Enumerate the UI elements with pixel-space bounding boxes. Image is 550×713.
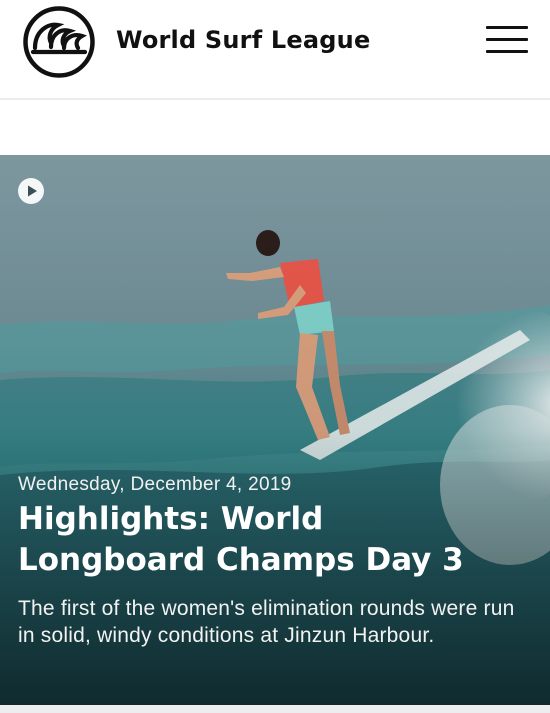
menu-line xyxy=(486,38,528,41)
menu-line xyxy=(486,50,528,53)
brand-name[interactable]: World Surf League xyxy=(116,26,370,54)
spacer xyxy=(0,100,550,155)
hamburger-menu-icon[interactable] xyxy=(486,26,530,56)
site-header: World Surf League xyxy=(0,0,550,100)
menu-line xyxy=(486,26,528,29)
article-description: The first of the women's elimination rou… xyxy=(18,597,515,647)
featured-video-card[interactable]: Wednesday, December 4, 2019 Highlights: … xyxy=(0,155,550,705)
play-icon[interactable] xyxy=(17,177,45,205)
wsl-wave-logo-icon[interactable] xyxy=(22,5,96,79)
next-card-edge xyxy=(0,705,550,713)
article-date: Wednesday, December 4, 2019 xyxy=(18,474,292,495)
article-title[interactable]: Highlights: World Longboard Champs Day 3 xyxy=(18,499,518,581)
